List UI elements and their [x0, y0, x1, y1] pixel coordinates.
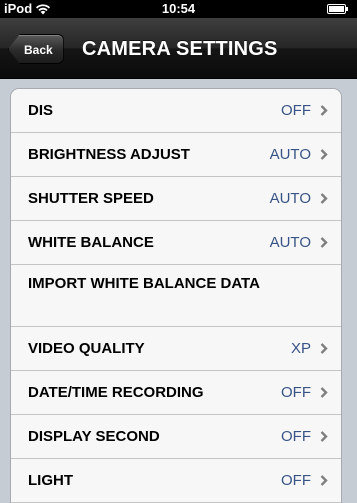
- nav-bar: Back CAMERA SETTINGS: [0, 18, 357, 79]
- setting-label: WHITE BALANCE: [28, 234, 154, 251]
- setting-label: SHUTTER SPEED: [28, 190, 154, 207]
- setting-value: AUTO: [269, 190, 311, 207]
- setting-row-shutter-speed[interactable]: SHUTTER SPEED AUTO: [11, 177, 341, 221]
- chevron-right-icon: [320, 193, 328, 204]
- setting-label: IMPORT WHITE BALANCE DATA: [28, 275, 260, 292]
- chevron-right-icon: [320, 149, 328, 160]
- setting-row-date-time-recording[interactable]: DATE/TIME RECORDING OFF: [11, 371, 341, 415]
- setting-value: OFF: [281, 472, 311, 489]
- back-button[interactable]: Back: [8, 34, 64, 64]
- setting-label: LIGHT: [28, 472, 73, 489]
- chevron-right-icon: [320, 431, 328, 442]
- battery-icon: [327, 4, 348, 14]
- chevron-right-icon: [320, 105, 328, 116]
- setting-label: DATE/TIME RECORDING: [28, 384, 204, 401]
- status-bar: iPod 10:54: [0, 0, 357, 18]
- chevron-right-icon: [320, 387, 328, 398]
- setting-value: XP: [290, 340, 311, 357]
- setting-label: VIDEO QUALITY: [28, 340, 145, 357]
- setting-row-light[interactable]: LIGHT OFF: [11, 459, 341, 503]
- setting-value: OFF: [281, 384, 311, 401]
- setting-label: DIS: [28, 102, 54, 119]
- status-time: 10:54: [161, 1, 196, 16]
- page-title: CAMERA SETTINGS: [82, 38, 278, 60]
- setting-value: OFF: [281, 102, 311, 119]
- setting-row-brightness-adjust[interactable]: BRIGHTNESS ADJUST AUTO: [11, 133, 341, 177]
- setting-value: OFF: [281, 428, 311, 445]
- setting-row-import-white-balance-data[interactable]: IMPORT WHITE BALANCE DATA: [11, 265, 341, 327]
- setting-row-white-balance[interactable]: WHITE BALANCE AUTO: [11, 221, 341, 265]
- setting-row-dis[interactable]: DIS OFF: [11, 89, 341, 133]
- chevron-right-icon: [320, 475, 328, 486]
- setting-label: DISPLAY SECOND: [28, 428, 160, 445]
- setting-value: AUTO: [269, 146, 311, 163]
- camera-settings-list: DIS OFF BRIGHTNESS ADJUST AUTO SHUTTER S…: [10, 88, 342, 503]
- setting-label: BRIGHTNESS ADJUST: [28, 146, 190, 163]
- chevron-right-icon: [320, 343, 328, 354]
- setting-row-display-second[interactable]: DISPLAY SECOND OFF: [11, 415, 341, 459]
- chevron-right-icon: [320, 237, 328, 248]
- setting-value: AUTO: [269, 234, 311, 251]
- setting-row-video-quality[interactable]: VIDEO QUALITY XP: [11, 327, 341, 371]
